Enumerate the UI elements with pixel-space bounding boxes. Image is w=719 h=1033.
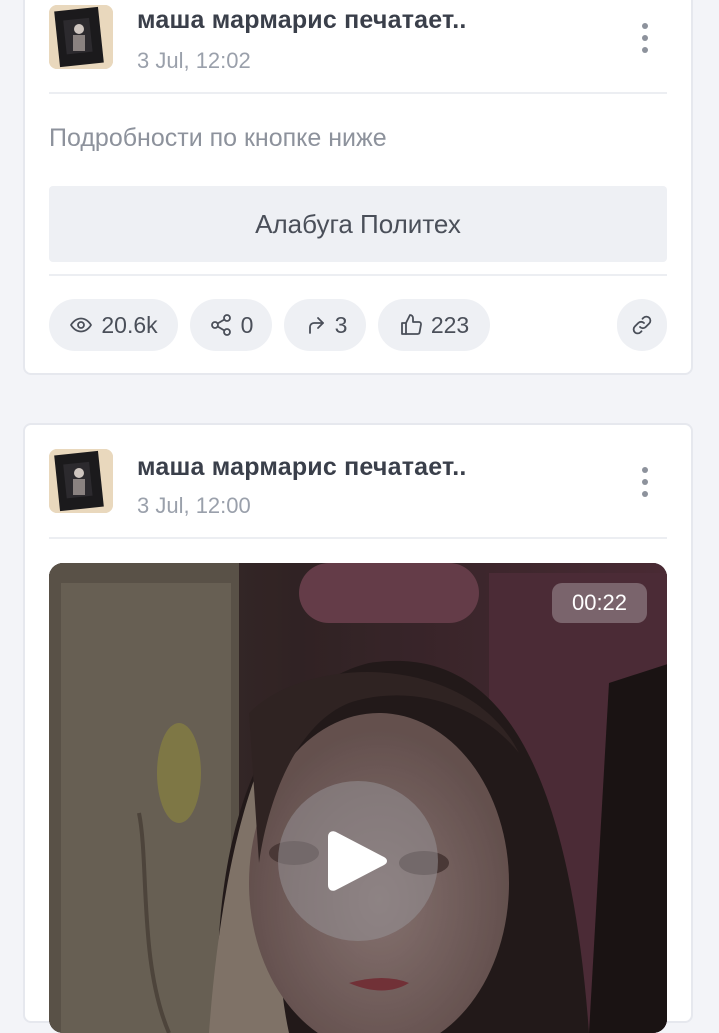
more-options-button[interactable] [633,18,657,58]
share-nodes-icon [210,314,231,336]
channel-avatar[interactable] [49,5,113,69]
likes-count: 223 [430,311,470,338]
thumbs-up-icon [400,314,422,335]
play-button[interactable] [278,781,438,941]
post-header: маша мармарис печатает.. 3 Jul, 12:00 [49,425,667,518]
play-icon [328,831,387,891]
forwards-count: 3 [334,311,348,338]
forwards-counter[interactable]: 3 [284,299,366,351]
vertical-dots-icon [642,467,648,473]
inline-link-button[interactable]: Алабуга Политех [49,186,667,262]
vertical-dots-icon [642,23,648,29]
more-options-button[interactable] [633,462,657,502]
likes-counter[interactable]: 223 [378,299,490,351]
post-time: 3 Jul, 12:02 [137,48,251,73]
forward-arrow-icon [308,317,324,334]
divider [49,537,667,539]
divider [49,92,667,94]
channel-avatar[interactable] [49,449,113,513]
shares-counter[interactable]: 0 [190,299,272,351]
post-text: Подробности по кнопке ниже [49,124,387,152]
channel-name[interactable]: маша мармарис печатает.. [137,453,467,482]
post-stats: 20.6k 0 3 223 [49,299,667,351]
copy-link-button[interactable] [617,299,667,351]
channel-name[interactable]: маша мармарис печатает.. [137,6,467,35]
divider [49,274,667,276]
chain-link-icon [632,315,652,335]
video-player[interactable]: 00:22 [49,563,667,1033]
shares-count: 0 [240,311,254,338]
views-counter[interactable]: 20.6k [49,299,178,351]
video-duration-badge: 00:22 [552,583,647,623]
post-card: маша мармарис печатает.. 3 Jul, 12:00 00… [23,423,693,1033]
views-count: 20.6k [101,311,158,338]
post-header: маша мармарис печатает.. 3 Jul, 12:02 [49,0,667,82]
eye-icon [70,317,93,333]
post-time: 3 Jul, 12:00 [137,493,251,518]
post-card: маша мармарис печатает.. 3 Jul, 12:02 По… [23,0,693,375]
